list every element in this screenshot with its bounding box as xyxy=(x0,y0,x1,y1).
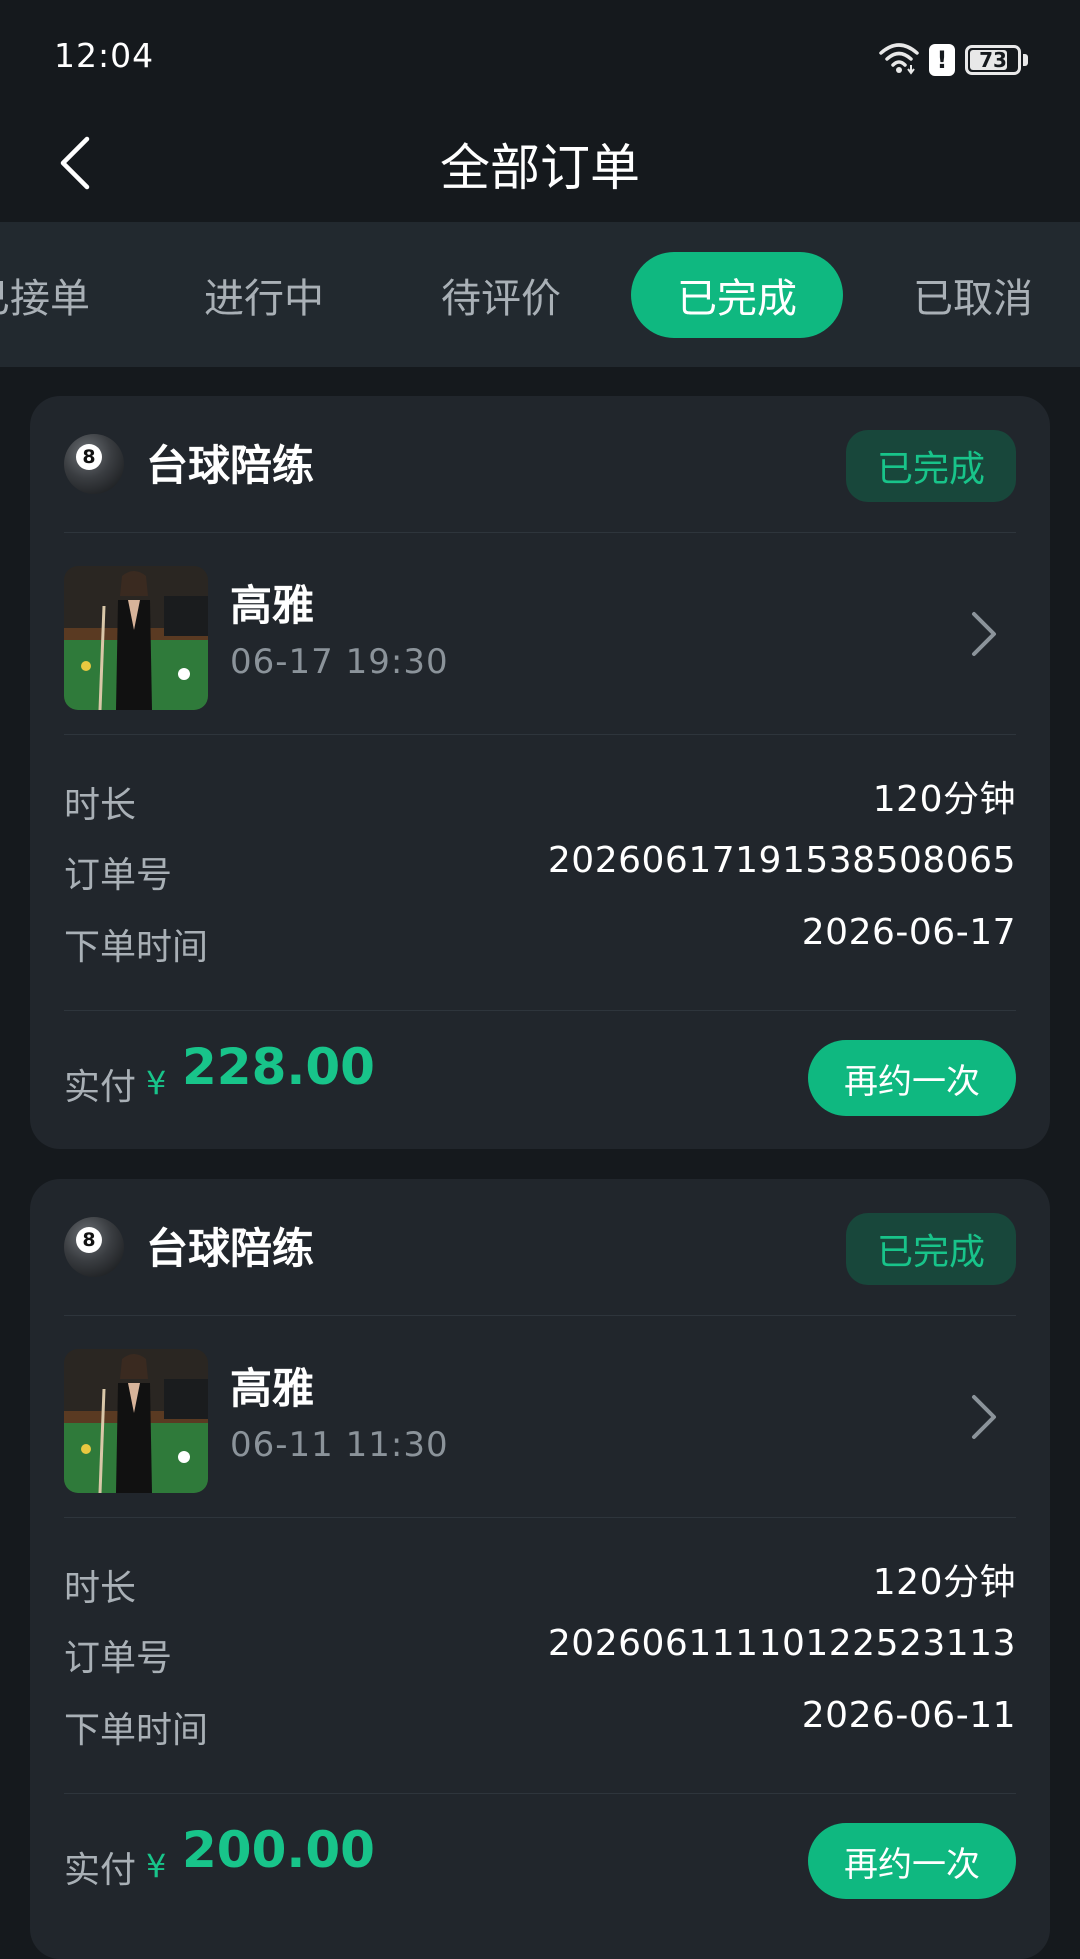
companion-name: 高雅 xyxy=(230,1364,315,1413)
service-name: 台球陪练 xyxy=(146,441,315,490)
alert-icon: ! xyxy=(929,44,955,76)
status-time: 12:04 xyxy=(54,36,155,75)
paid-label: 实付 xyxy=(64,1850,137,1891)
detail-row-order-date: 下单时间 2026-06-17 xyxy=(64,912,1016,972)
tab-in-progress[interactable]: 进行中 xyxy=(158,252,370,338)
detail-row-order-date: 下单时间 2026-06-11 xyxy=(64,1695,1016,1755)
currency-symbol: ¥ xyxy=(146,1064,167,1102)
battery-tip xyxy=(1023,54,1028,66)
detail-row-order-number: 订单号 20260617191538508065 xyxy=(64,840,1016,900)
order-footer: 实付 ¥ 228.00 再约一次 xyxy=(30,1010,1050,1150)
detail-row-duration: 时长 120分钟 xyxy=(64,1553,1016,1613)
tab-to-review[interactable]: 待评价 xyxy=(395,252,607,338)
appointment-time: 06-17 19:30 xyxy=(230,642,449,682)
tab-accepted[interactable]: 已接单 xyxy=(0,252,136,338)
detail-row-order-number: 订单号 20260611110122523113 xyxy=(64,1623,1016,1683)
order-card: 8 台球陪练 已完成 高雅 06-17 19:30 时长 120分钟 订单号 2… xyxy=(30,396,1050,1149)
paid-amount: 228.00 xyxy=(182,1038,375,1096)
divider xyxy=(64,1315,1016,1316)
ball-number: 8 xyxy=(76,1227,102,1253)
detail-value: 2026-06-11 xyxy=(801,1695,1016,1736)
detail-label: 订单号 xyxy=(64,1638,173,1679)
appointment-time: 06-11 11:30 xyxy=(230,1425,449,1465)
billiard-ball-icon: 8 xyxy=(64,1217,124,1277)
paid-amount: 200.00 xyxy=(182,1821,375,1879)
rebook-button[interactable]: 再约一次 xyxy=(808,1823,1016,1899)
companion-name: 高雅 xyxy=(230,581,315,630)
detail-value: 120分钟 xyxy=(872,779,1016,820)
order-card-header: 8 台球陪练 已完成 xyxy=(30,396,1050,534)
status-bar: 12:04 ! 73 xyxy=(0,0,1080,110)
order-footer: 实付 ¥ 200.00 再约一次 xyxy=(30,1793,1050,1933)
tab-cancelled[interactable]: 已取消 xyxy=(867,252,1079,338)
detail-row-duration: 时长 120分钟 xyxy=(64,770,1016,830)
status-icons: ! 73 xyxy=(879,40,1028,80)
detail-value: 20260611110122523113 xyxy=(547,1623,1016,1664)
chevron-right-icon xyxy=(964,604,1004,664)
detail-label: 订单号 xyxy=(64,855,173,896)
battery-icon: 73 xyxy=(965,45,1021,75)
detail-label: 下单时间 xyxy=(64,1710,209,1751)
detail-label: 时长 xyxy=(64,1568,137,1609)
detail-value: 2026-06-17 xyxy=(801,912,1016,953)
currency-symbol: ¥ xyxy=(146,1847,167,1885)
avatar xyxy=(64,566,208,710)
nav-bar: 全部订单 xyxy=(0,110,1080,222)
service-name: 台球陪练 xyxy=(146,1224,315,1273)
order-card: 8 台球陪练 已完成 高雅 06-11 11:30 时长 120分钟 订单号 2… xyxy=(30,1179,1050,1959)
divider xyxy=(64,1517,1016,1518)
paid-label: 实付 xyxy=(64,1067,137,1108)
detail-value: 120分钟 xyxy=(872,1562,1016,1603)
detail-value: 20260617191538508065 xyxy=(547,840,1016,881)
status-badge: 已完成 xyxy=(846,430,1016,502)
divider xyxy=(64,734,1016,735)
order-status-tabs: 已接单 进行中 待评价 已完成 已取消 xyxy=(0,222,1080,367)
companion-row[interactable]: 高雅 06-17 19:30 xyxy=(30,534,1050,734)
billiard-ball-icon: 8 xyxy=(64,434,124,494)
rebook-button[interactable]: 再约一次 xyxy=(808,1040,1016,1116)
divider xyxy=(64,532,1016,533)
order-card-header: 8 台球陪练 已完成 xyxy=(30,1179,1050,1317)
wifi-icon xyxy=(879,41,919,79)
tab-completed[interactable]: 已完成 xyxy=(631,252,843,338)
page-title: 全部订单 xyxy=(440,139,640,197)
status-badge: 已完成 xyxy=(846,1213,1016,1285)
ball-number: 8 xyxy=(76,444,102,470)
companion-row[interactable]: 高雅 06-11 11:30 xyxy=(30,1317,1050,1517)
avatar xyxy=(64,1349,208,1493)
chevron-right-icon xyxy=(964,1387,1004,1447)
detail-label: 时长 xyxy=(64,785,137,826)
battery-level: 73 xyxy=(979,48,1007,72)
detail-label: 下单时间 xyxy=(64,927,209,968)
